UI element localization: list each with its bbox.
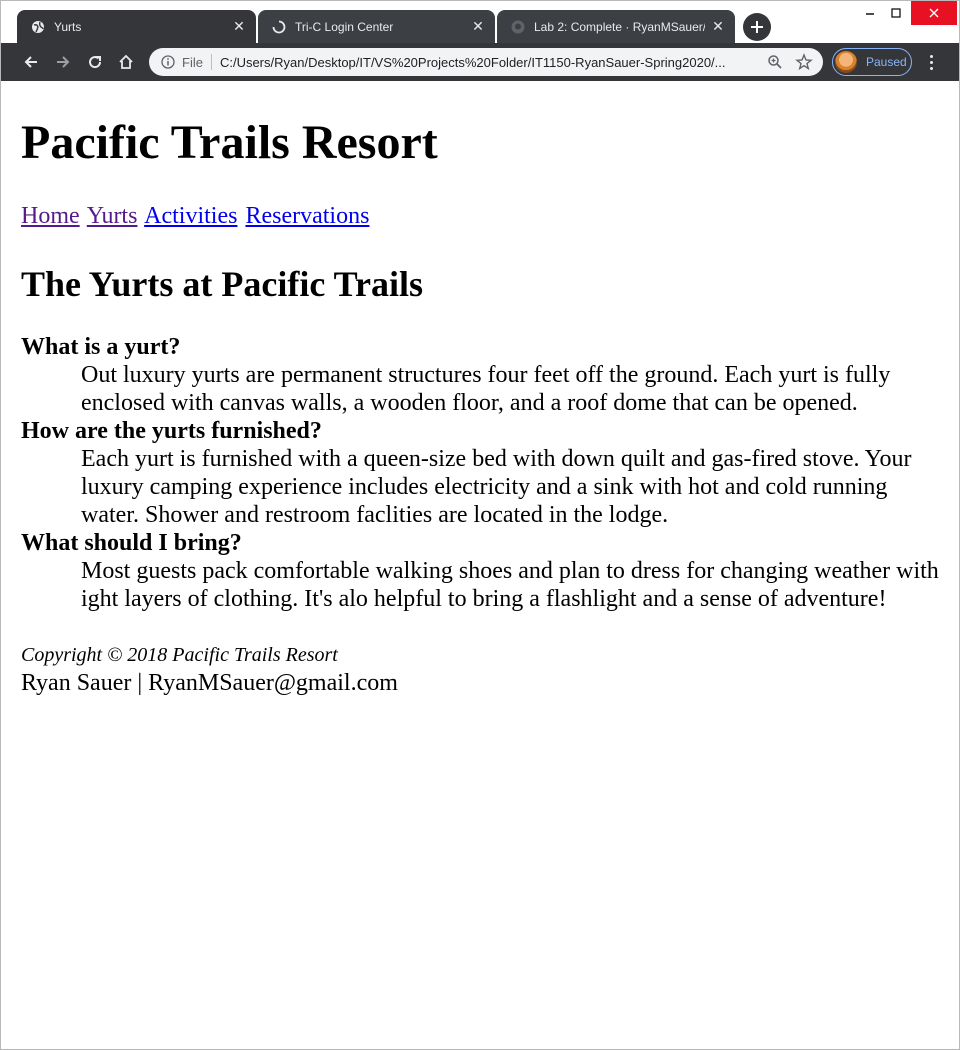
url-scheme-label: File (182, 54, 203, 70)
avatar (835, 51, 857, 73)
close-icon[interactable]: ✕ (469, 18, 487, 36)
tab-strip: Yurts ✕ Tri-C Login Center ✕ Lab 2: Comp… (1, 1, 959, 43)
home-icon (119, 54, 133, 69)
globe-icon (31, 20, 45, 34)
close-icon[interactable]: ✕ (230, 18, 248, 36)
divider (210, 54, 212, 70)
loading-spinner-icon (272, 20, 286, 34)
reload-button[interactable] (82, 49, 108, 75)
tab-tri-c-login[interactable]: Tri-C Login Center ✕ (258, 10, 495, 43)
contact-info: Ryan Sauer | RyanMSauer@gmail.com (21, 670, 398, 696)
copyright-text: Copyright © 2018 Pacific Trails Resort (21, 644, 338, 666)
faq-question: How are the yurts furnished? (21, 418, 322, 444)
arrow-left-icon (24, 56, 37, 68)
back-button[interactable] (18, 49, 44, 75)
arrow-right-icon (57, 56, 70, 68)
minimize-icon (866, 13, 874, 15)
main-nav: Home Yurts Activities Reservations (21, 202, 371, 230)
faq-answer: Out luxury yurts are permanent structure… (81, 362, 891, 416)
faq-answer: Each yurt is furnished with a queen-size… (81, 446, 912, 528)
page-heading: The Yurts at Pacific Trails (21, 264, 423, 304)
faq-list: What is a yurt? Out luxury yurts are per… (21, 333, 941, 613)
url-text[interactable]: C:/Users/Ryan/Desktop/IT/VS%20Projects%2… (220, 55, 752, 70)
tab-title: Lab 2: Complete · RyanMSauer/IT (534, 19, 705, 34)
maximize-button[interactable] (881, 1, 911, 25)
tab-title: Tri-C Login Center (295, 19, 394, 34)
new-tab-button[interactable] (743, 13, 771, 41)
page-footer: Copyright © 2018 Pacific Trails Resort R… (21, 643, 921, 697)
info-icon[interactable] (160, 54, 176, 70)
nav-link-home[interactable]: Home (21, 203, 80, 229)
faq-answer: Most guests pack comfortable walking sho… (81, 558, 939, 612)
github-icon (511, 20, 525, 34)
browser-toolbar: File C:/Users/Ryan/Desktop/IT/VS%20Proje… (1, 43, 959, 81)
address-bar[interactable]: File C:/Users/Ryan/Desktop/IT/VS%20Proje… (149, 48, 823, 76)
plus-icon (751, 21, 763, 33)
site-title: Pacific Trails Resort (21, 116, 438, 169)
bookmark-star-icon[interactable] (795, 53, 813, 71)
close-icon (929, 8, 939, 18)
web-page: Pacific Trails Resort Home Yurts Activit… (1, 81, 959, 1049)
close-window-button[interactable] (911, 1, 957, 25)
more-menu-icon[interactable] (921, 51, 941, 73)
tab-yurts[interactable]: Yurts ✕ (17, 10, 256, 43)
faq-question: What should I bring? (21, 530, 242, 556)
zoom-icon[interactable] (767, 54, 783, 70)
profile-status-label: Paused (866, 55, 907, 69)
nav-link-yurts[interactable]: Yurts (87, 203, 138, 229)
browser-window: Yurts ✕ Tri-C Login Center ✕ Lab 2: Comp… (0, 0, 960, 1050)
nav-link-reservations[interactable]: Reservations (245, 203, 369, 229)
tab-title: Yurts (54, 19, 82, 34)
maximize-icon (891, 8, 901, 18)
nav-link-activities[interactable]: Activities (144, 203, 237, 229)
reload-icon (89, 56, 102, 69)
close-icon[interactable]: ✕ (709, 18, 727, 36)
tab-github-lab[interactable]: Lab 2: Complete · RyanMSauer/IT ✕ (497, 10, 735, 43)
forward-button[interactable] (50, 49, 76, 75)
faq-question: What is a yurt? (21, 334, 181, 360)
home-button[interactable] (113, 49, 139, 75)
profile-button[interactable]: Paused (832, 48, 912, 76)
